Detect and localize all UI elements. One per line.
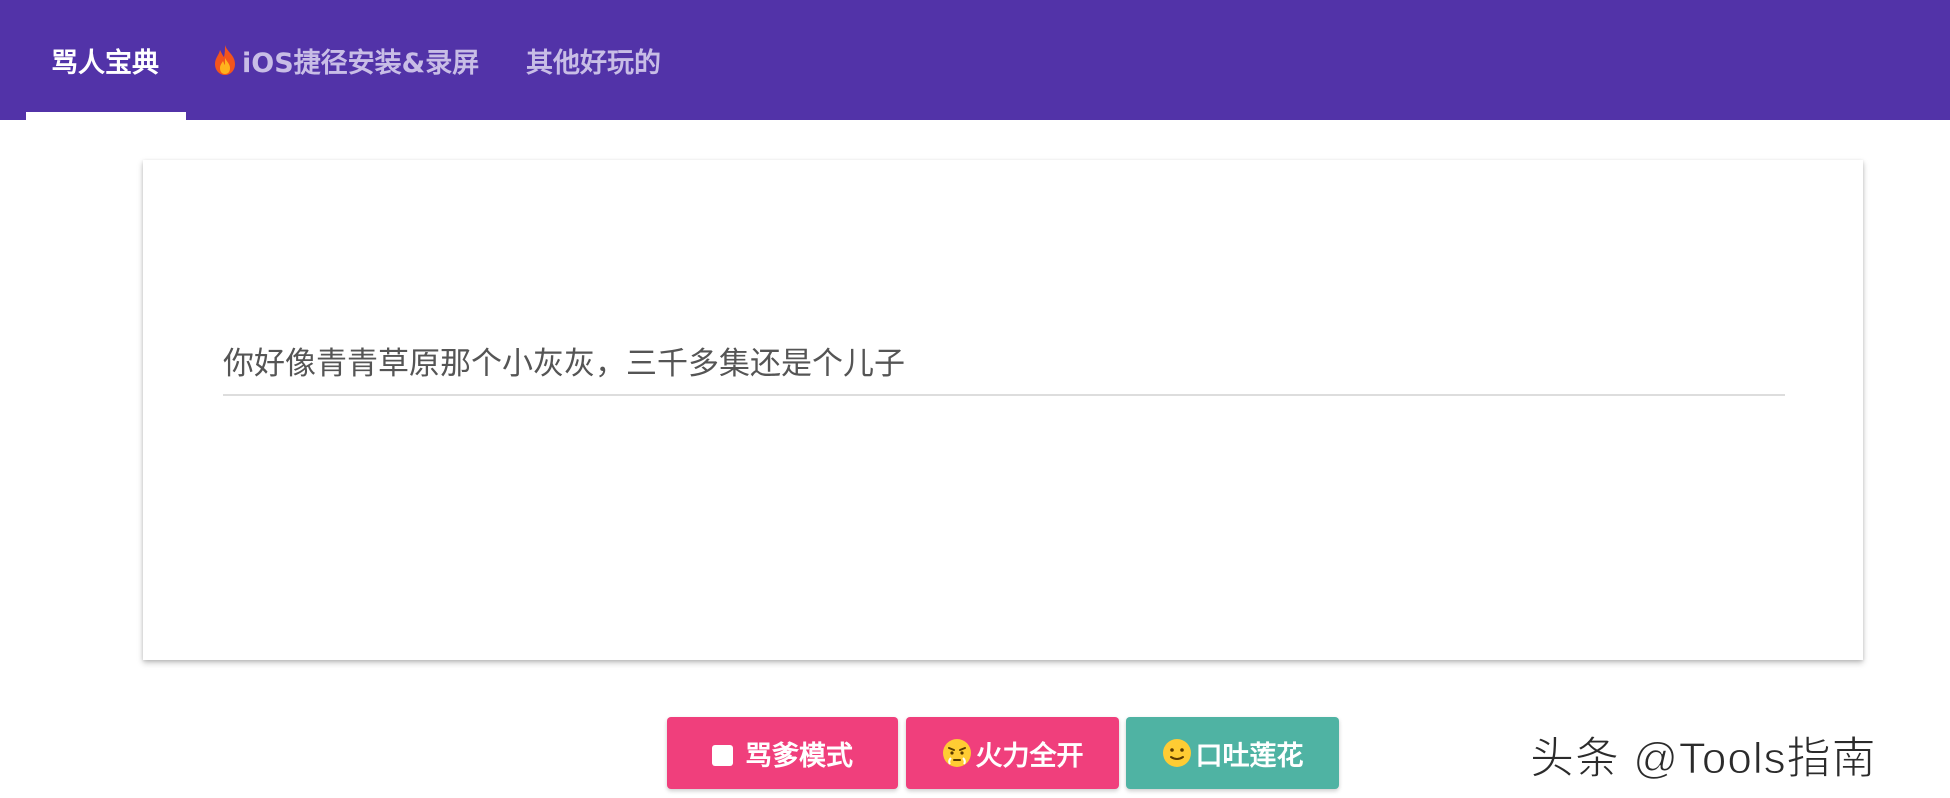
tab-curse-book-label: 骂人宝典 [51,47,159,79]
sentence-card: 你好像青青草原那个小灰灰，三千多集还是个儿子 [143,160,1863,660]
angry-face-icon [942,739,971,767]
tab-other-fun-label: 其他好玩的 [526,47,661,79]
watermark: 头条 @Tools指南 [1530,734,1877,784]
mode-checkbox[interactable] [712,744,733,766]
tab-ios-shortcuts[interactable]: iOS捷径安装&录屏 [212,0,479,120]
tab-other-fun[interactable]: 其他好玩的 [526,0,661,120]
curse-dad-mode-label: 骂爹模式 [745,740,853,772]
curse-dad-mode-button[interactable]: 骂爹模式 [667,717,898,789]
lotus-speech-button[interactable]: 口吐莲花 [1126,717,1339,789]
lotus-speech-label: 口吐莲花 [1195,740,1304,772]
full-fire-label: 火力全开 [975,740,1084,772]
active-tab-indicator [26,112,186,120]
fire-icon [215,45,235,75]
tab-curse-book[interactable]: 骂人宝典 [51,0,159,120]
full-fire-button[interactable]: 火力全开 [906,717,1119,789]
curse-sentence: 你好像青青草原那个小灰灰，三千多集还是个儿子 [223,344,1785,396]
tab-ios-shortcuts-label: iOS捷径安装&录屏 [242,47,480,79]
top-nav-bar: 骂人宝典 iOS捷径安装&录屏 其他好玩的 [0,0,1950,120]
smiling-face-icon [1162,739,1191,767]
